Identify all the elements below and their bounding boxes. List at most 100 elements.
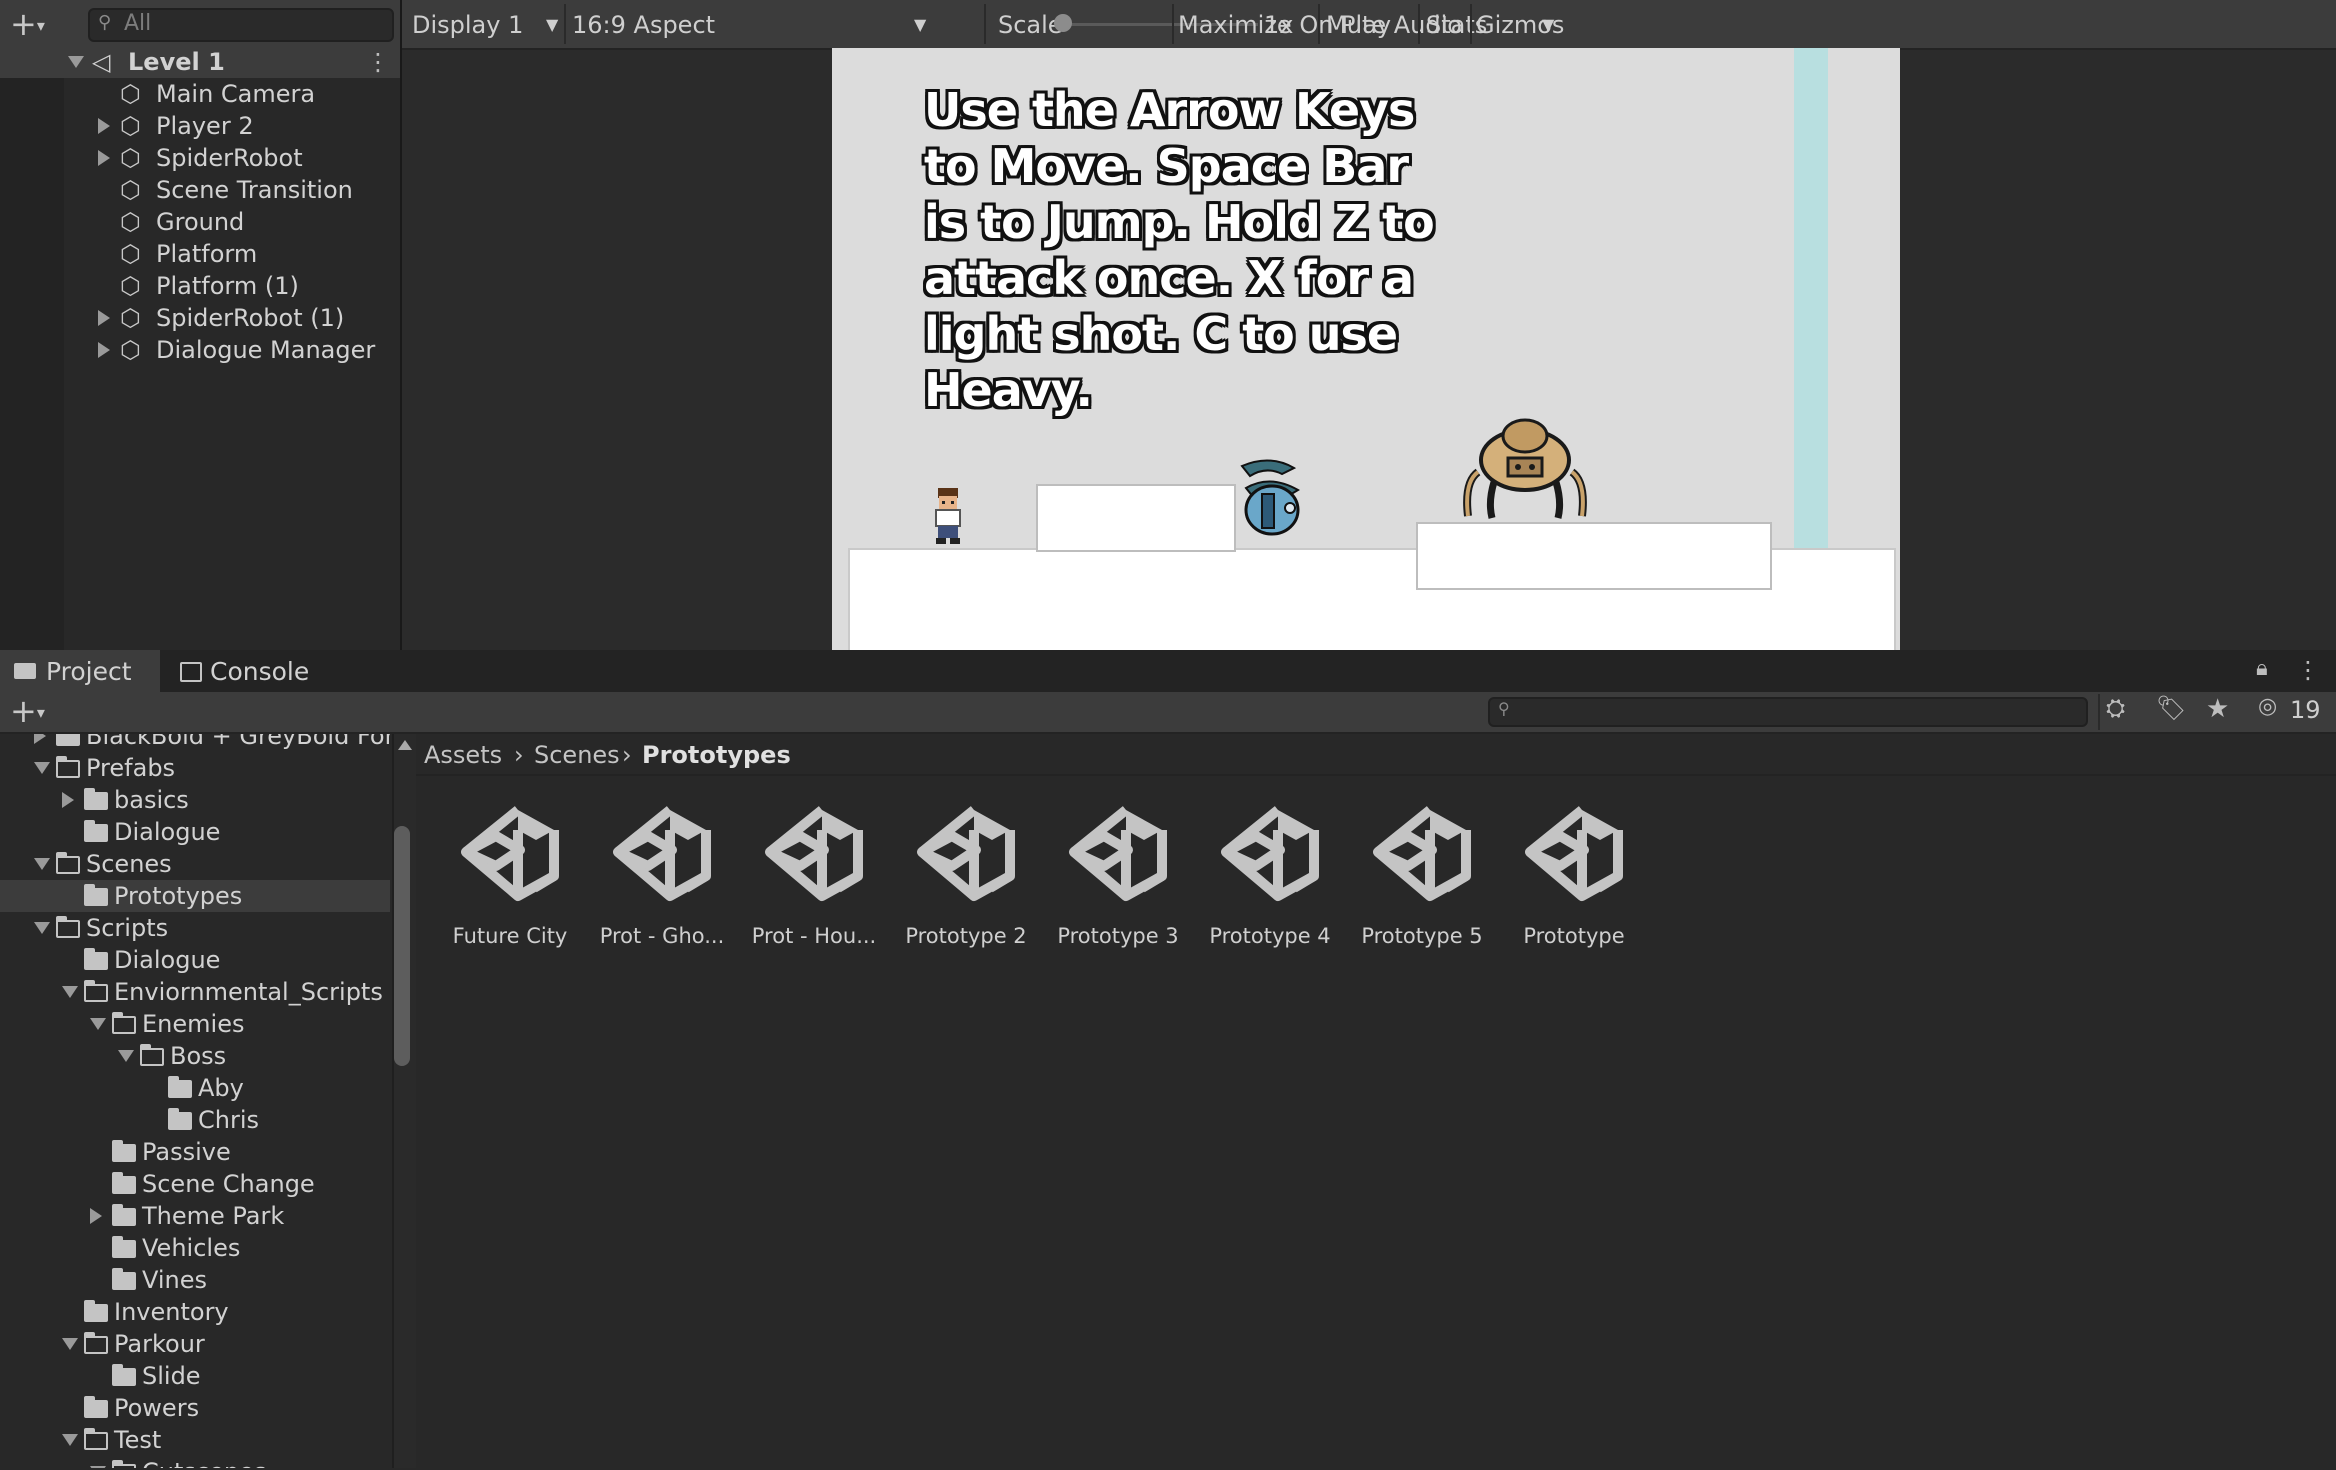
hierarchy-item[interactable]: ⬡ SpiderRobot (1) <box>0 302 400 334</box>
expand-arrow-icon[interactable] <box>90 1208 102 1224</box>
kebab-menu-icon[interactable]: ⋮ <box>2296 656 2320 684</box>
expand-arrow-icon[interactable] <box>98 342 110 358</box>
hierarchy-item[interactable]: ⬡ Platform (1) <box>0 270 400 302</box>
game-viewport[interactable]: Use the Arrow Keys to Move. Space Bar is… <box>832 48 1900 650</box>
expand-arrow-icon[interactable] <box>62 792 74 808</box>
folder-tree-item[interactable]: Vines <box>0 1264 390 1296</box>
folder-tree-item[interactable]: Aby <box>0 1072 390 1104</box>
hierarchy-item-label: Ground <box>156 208 245 236</box>
folder-tree-item[interactable]: Dialogue <box>0 816 390 848</box>
collapse-arrow-icon[interactable] <box>62 1434 78 1446</box>
project-folder-tree: BlackBold + GreyBold For Prefabs basics Dia… <box>0 734 392 1468</box>
hierarchy-item[interactable]: ⬡ SpiderRobot <box>0 142 400 174</box>
folder-tree-label: Inventory <box>114 1298 229 1326</box>
project-toolbar: +▾ ⚲ ⛭ 🏷︎ ★ ◎ 19 <box>0 692 2336 734</box>
folder-tree-item[interactable]: Slide <box>0 1360 390 1392</box>
folder-tree-item[interactable]: Scripts <box>0 912 390 944</box>
separator <box>984 4 986 44</box>
tutorial-text: Use the Arrow Keys to Move. Space Bar is… <box>924 83 1435 417</box>
collapse-arrow-icon[interactable] <box>62 986 78 998</box>
folder-tree-item[interactable]: Vehicles <box>0 1232 390 1264</box>
tab-console[interactable]: Console <box>164 650 324 692</box>
folder-tree-item[interactable]: Chris <box>0 1104 390 1136</box>
collapse-arrow-icon[interactable] <box>90 1018 106 1030</box>
scene-asset[interactable]: Future City <box>434 800 586 960</box>
folder-tree-item[interactable]: Enemies <box>0 1008 390 1040</box>
folder-tree-item[interactable]: Test <box>0 1424 390 1456</box>
scroll-up-arrow-icon[interactable] <box>398 740 412 750</box>
folder-open-icon <box>112 1012 136 1034</box>
scene-asset[interactable]: Prototype 2 <box>890 800 1042 960</box>
scene-asset[interactable]: Prot - Gho... <box>586 800 738 960</box>
folder-tree-item[interactable]: BlackBold + GreyBold For <box>0 734 392 752</box>
collapse-arrow-icon[interactable] <box>34 858 50 870</box>
folder-tree-item[interactable]: Enviornmental_Scripts <box>0 976 390 1008</box>
lock-icon[interactable]: 🔒︎ <box>2256 656 2268 681</box>
hidden-packages-icon[interactable]: ◎ <box>2258 694 2277 719</box>
hierarchy-item[interactable]: ⬡ Player 2 <box>0 110 400 142</box>
folder-tree-label: Parkour <box>114 1330 205 1358</box>
scene-asset[interactable]: Prototype 4 <box>1194 800 1346 960</box>
collapse-arrow-icon[interactable] <box>62 1338 78 1350</box>
separator <box>1172 4 1174 44</box>
project-search-input[interactable]: ⚲ <box>1488 697 2088 727</box>
folder-icon <box>14 663 36 679</box>
aspect-dropdown[interactable]: 16:9 Aspect ▼ <box>572 0 972 48</box>
gizmos-dropdown-arrow-icon[interactable]: ▼ <box>1542 0 1554 48</box>
kebab-menu-icon[interactable]: ⋮ <box>366 46 390 78</box>
display-dropdown[interactable]: Display 1 ▼ <box>412 0 558 48</box>
collapse-arrow-icon[interactable] <box>34 922 50 934</box>
scale-slider-thumb[interactable] <box>1054 14 1072 32</box>
scene-asset[interactable]: Prototype 5 <box>1346 800 1498 960</box>
folder-tree-label: Prototypes <box>114 882 243 910</box>
folder-tree-item[interactable]: Dialogue <box>0 944 390 976</box>
folder-icon <box>168 1076 192 1098</box>
folder-tree-item[interactable]: Scene Change <box>0 1168 390 1200</box>
scene-asset[interactable]: Prototype 3 <box>1042 800 1194 960</box>
hierarchy-item[interactable]: ⬡ Main Camera <box>0 78 400 110</box>
scene-asset[interactable]: Prot - Hou... <box>738 800 890 960</box>
folder-tree-item[interactable]: Theme Park <box>0 1200 390 1232</box>
expand-arrow-icon[interactable] <box>98 310 110 326</box>
folder-tree-item[interactable]: Scenes <box>0 848 390 880</box>
gameobject-cube-icon: ⬡ <box>120 208 141 236</box>
hidden-count: 19 <box>2290 696 2321 724</box>
folder-tree-item[interactable]: Cutscenes <box>0 1456 390 1468</box>
breadcrumb-assets[interactable]: Assets <box>424 734 502 774</box>
hierarchy-item[interactable]: ⬡ Dialogue Manager <box>0 334 400 366</box>
folder-tree-item[interactable]: Powers <box>0 1392 390 1424</box>
search-by-label-icon[interactable]: 🏷︎ <box>2156 694 2186 722</box>
folder-tree-item[interactable]: Inventory <box>0 1296 390 1328</box>
add-menu-button[interactable]: +▾ <box>10 6 66 42</box>
search-by-type-icon[interactable]: ⛭ <box>2106 694 2125 722</box>
console-icon <box>180 662 202 682</box>
breadcrumb-prototypes[interactable]: Prototypes <box>642 734 791 774</box>
hierarchy-item[interactable]: ⬡ Ground <box>0 206 400 238</box>
expand-arrow-icon[interactable] <box>34 734 46 744</box>
folder-tree-item[interactable]: basics <box>0 784 390 816</box>
unity-scene-icon <box>1525 806 1623 901</box>
collapse-arrow-icon[interactable] <box>68 56 84 68</box>
breadcrumb-scenes[interactable]: Scenes <box>534 734 620 774</box>
tab-project[interactable]: Project <box>0 650 160 692</box>
hierarchy-item[interactable]: ⬡ Platform <box>0 238 400 270</box>
hierarchy-item-label: Scene Transition <box>156 176 353 204</box>
expand-arrow-icon[interactable] <box>98 150 110 166</box>
scene-asset[interactable]: Prototype <box>1498 800 1650 960</box>
expand-arrow-icon[interactable] <box>98 118 110 134</box>
favorites-star-icon[interactable]: ★ <box>2206 694 2229 724</box>
folder-tree-item[interactable]: Prototypes <box>0 880 390 912</box>
hierarchy-search-input[interactable]: ⚲ All <box>88 8 394 42</box>
scene-asset-label: Prototype 4 <box>1209 924 1331 948</box>
create-asset-button[interactable]: +▾ <box>10 692 45 732</box>
hierarchy-item[interactable]: ⬡ Scene Transition <box>0 174 400 206</box>
scene-row[interactable]: ◁ Level 1 ⋮ <box>0 46 400 78</box>
folder-tree-item[interactable]: Parkour <box>0 1328 390 1360</box>
aspect-label: 16:9 Aspect <box>572 11 716 39</box>
collapse-arrow-icon[interactable] <box>118 1050 134 1062</box>
collapse-arrow-icon[interactable] <box>34 762 50 774</box>
folder-tree-item[interactable]: Prefabs <box>0 752 390 784</box>
tree-scrollbar-thumb[interactable] <box>394 826 410 1066</box>
folder-tree-item[interactable]: Boss <box>0 1040 390 1072</box>
folder-tree-item[interactable]: Passive <box>0 1136 390 1168</box>
